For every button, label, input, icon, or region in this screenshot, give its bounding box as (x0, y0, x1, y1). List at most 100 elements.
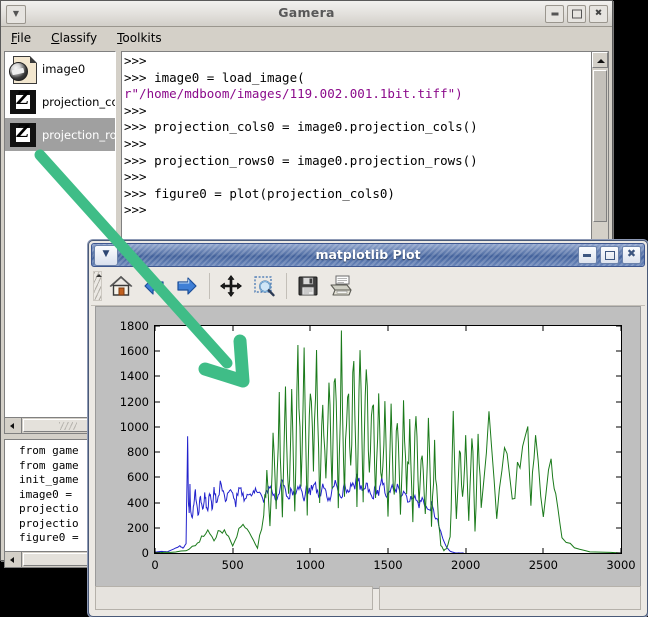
matplotlib-window-controls: ✖ (578, 246, 641, 264)
y-axis-tick-label: 1800 (119, 319, 149, 333)
x-axis-tick-mark (387, 548, 389, 553)
menu-file[interactable]: File (11, 31, 31, 45)
console-line: >>> (124, 202, 147, 218)
plot-lines (154, 330, 622, 554)
plot-axes[interactable]: 0 200 400 600 800 1000 1200 1400 1600 1800 0 500 100… (120, 319, 636, 572)
console-line: r"/home/mdboom/images/119.002.001.1bit.t… (124, 86, 590, 103)
y-axis-tick-mark (616, 451, 621, 453)
console-line: >>> projection_rows0 = image0.projection… (124, 152, 478, 168)
x-axis-tick-label: 500 (221, 558, 244, 572)
nav-button-group (105, 270, 204, 302)
y-axis-tick-label: 1200 (119, 394, 149, 409)
save-button[interactable] (292, 270, 324, 302)
scroll-left-button[interactable] (5, 418, 22, 433)
print-button[interactable] (325, 270, 357, 302)
console-text: >>> >>> image0 = load_image(r"/home/mdboo… (124, 53, 590, 219)
y-axis-tick-label: 0 (141, 546, 149, 560)
scroll-up-button[interactable] (592, 52, 608, 68)
x-axis-tick-mark (232, 326, 234, 331)
list-item-projection-rows[interactable]: Z projection_row (5, 118, 115, 151)
x-axis-tick-mark (620, 548, 622, 553)
console-line: >>> figure0 = plot(projection_cols0) (124, 185, 395, 201)
console-line: >>> projection_cols0 = image0.projection… (124, 119, 478, 135)
y-axis-tick-mark (155, 325, 160, 327)
list-item-image0[interactable]: image0 (5, 52, 115, 85)
x-axis-tick-mark (154, 548, 156, 553)
y-axis-tick-label: 800 (127, 445, 149, 460)
y-axis-tick-mark (616, 527, 621, 529)
y-axis-tick-label: 200 (127, 520, 149, 535)
x-axis-tick-mark (309, 548, 311, 553)
z-bracket-icon: Z (9, 88, 37, 116)
y-axis-tick-mark (616, 401, 621, 403)
y-axis-tick-mark (155, 476, 160, 478)
menu-classify-label-rest: lassify (59, 31, 98, 45)
gamera-window-controls: ✖ (545, 5, 608, 23)
image-document-icon (9, 55, 37, 84)
gamera-titlebar[interactable]: ▼ Gamera ✖ (1, 1, 612, 27)
y-axis-tick-label: 400 (127, 495, 149, 510)
y-axis-tick-label: 1400 (119, 369, 149, 384)
scroll-left-button[interactable] (5, 552, 22, 567)
maximize-button[interactable] (567, 5, 586, 23)
y-axis-tick-mark (616, 426, 621, 428)
console-line: >>> (124, 169, 147, 185)
output-button-group (292, 270, 358, 302)
forward-button[interactable] (171, 270, 203, 302)
series-line-projection_rows0 (154, 330, 622, 554)
console-line: >>> (124, 102, 147, 118)
list-item-label: projection_row (42, 127, 116, 142)
y-axis-tick-mark (155, 426, 160, 428)
gamera-window-title: Gamera (278, 5, 335, 20)
matplotlib-window: ▼ matplotlib Plot ✖ 0 200 400 600 800 10… (88, 240, 648, 617)
matplotlib-toolbar (91, 267, 645, 306)
minimize-button[interactable] (545, 5, 564, 23)
y-axis-tick-mark (155, 350, 160, 352)
y-axis-tick-mark (616, 502, 621, 504)
minimize-button[interactable] (578, 246, 597, 264)
menu-toolkits-label-rest: oolkits (122, 31, 162, 45)
x-axis-tick-mark (154, 326, 156, 331)
matplotlib-titlebar[interactable]: ▼ matplotlib Plot ✖ (91, 243, 645, 267)
console-string-literal: r"/home/mdboom/images/119.002.001.1bit.t… (124, 86, 463, 102)
maximize-button[interactable] (600, 246, 619, 264)
x-axis-tick-mark (465, 548, 467, 553)
console-line: >>> image0 = load_image( (124, 69, 305, 85)
x-axis-tick-mark (232, 548, 234, 553)
x-axis-tick-mark (542, 326, 544, 331)
y-axis-tick-label: 600 (127, 470, 149, 485)
x-axis-tick-label: 2000 (451, 558, 481, 572)
z-bracket-icon: Z (9, 121, 37, 149)
y-axis-tick-mark (155, 375, 160, 377)
x-axis-tick-label: 2500 (528, 558, 558, 572)
menu-file-label-rest: ile (17, 31, 32, 45)
y-axis-tick-mark (155, 401, 160, 403)
gamera-menubar: File Classify Toolkits (1, 27, 612, 50)
menu-toolkits[interactable]: Toolkits (117, 31, 162, 45)
close-button[interactable]: ✖ (589, 5, 608, 23)
close-button[interactable]: ✖ (622, 246, 641, 264)
x-axis-tick-label: 1000 (295, 558, 325, 572)
scroll-thumb[interactable] (593, 70, 607, 222)
home-button[interactable] (105, 270, 137, 302)
back-button[interactable] (138, 270, 170, 302)
status-right (379, 586, 641, 610)
pan-move-button[interactable] (215, 270, 247, 302)
x-axis-tick-mark (309, 326, 311, 331)
list-item-label: image0 (42, 61, 86, 76)
console-line: >>> (124, 53, 147, 68)
toolbar-drag-handle[interactable] (93, 271, 102, 301)
y-axis-tick-mark (155, 502, 160, 504)
y-axis-tick-mark (155, 451, 160, 453)
y-axis-tick-mark (616, 350, 621, 352)
list-item-projection-cols[interactable]: Z projection_col (5, 85, 115, 118)
zoom-rect-button[interactable] (248, 270, 280, 302)
x-axis-tick-label: 1500 (373, 558, 403, 572)
matplotlib-figure-canvas[interactable]: 0 200 400 600 800 1000 1200 1400 1600 1800 0 500 100… (95, 306, 641, 589)
y-axis-tick-mark (155, 527, 160, 529)
mode-button-group (215, 270, 281, 302)
toolbar-separator (286, 273, 287, 299)
y-axis-tick-mark (616, 375, 621, 377)
menu-classify[interactable]: Classify (51, 31, 97, 45)
history-text: from game from game init_game image0 = p… (19, 444, 79, 544)
